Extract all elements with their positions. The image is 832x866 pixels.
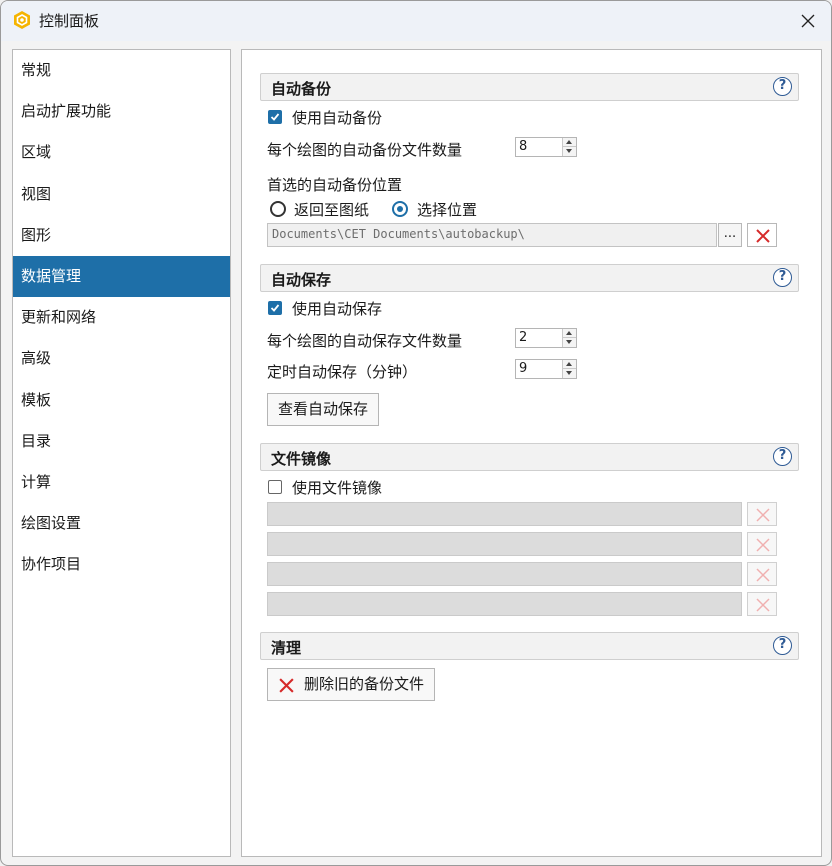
file-mirror-label: 使用文件镜像 (292, 479, 383, 497)
radio-choose-label: 选择位置 (417, 201, 478, 219)
backup-path-input[interactable]: Documents\CET Documents\autobackup\ (267, 223, 717, 247)
delete-x-icon (756, 508, 770, 522)
title-bar: 控制面板 (1, 1, 831, 41)
settings-panel: 自动备份 ? 使用自动备份 每个绘图的自动备份文件数量 8 首选的自动备份位置 … (241, 49, 822, 857)
radio-return-to-drawing[interactable] (270, 201, 286, 217)
spinner-value: 9 (519, 361, 528, 376)
delete-old-backups-button[interactable]: 删除旧的备份文件 (267, 668, 436, 701)
section-title: 文件镜像 (271, 450, 332, 468)
spin-down-arrow[interactable] (563, 338, 576, 347)
cleanup-header: 清理 ? (260, 632, 799, 660)
clear-mirror-button-2[interactable] (747, 532, 777, 556)
auto-save-header: 自动保存 ? (260, 264, 799, 292)
view-autosave-button[interactable]: 查看自动保存 (267, 393, 380, 426)
sidebar-item-startup-extensions[interactable]: 启动扩展功能 (13, 91, 230, 132)
delete-x-icon (756, 598, 770, 612)
spin-down-arrow[interactable] (563, 147, 576, 156)
close-button[interactable] (785, 1, 831, 41)
section-title: 自动保存 (271, 271, 332, 289)
clear-path-button[interactable] (747, 223, 777, 247)
close-icon (801, 14, 815, 28)
mirror-path-input-4[interactable] (267, 592, 742, 616)
file-mirror-checkbox[interactable] (268, 480, 282, 494)
auto-backup-checkbox[interactable] (268, 110, 282, 124)
sidebar-item-graphics[interactable]: 图形 (13, 215, 230, 256)
delete-x-icon (756, 229, 770, 243)
save-interval-label: 定时自动保存（分钟） (267, 363, 418, 381)
backup-count-label: 每个绘图的自动备份文件数量 (267, 141, 463, 159)
help-icon[interactable]: ? (773, 447, 792, 466)
save-interval-spinner[interactable]: 9 (515, 359, 577, 379)
spinner-value: 8 (519, 139, 528, 154)
browse-button[interactable]: ... (718, 223, 742, 247)
backup-location-label: 首选的自动备份位置 (267, 176, 403, 194)
category-sidebar: 常规 启动扩展功能 区域 视图 图形 数据管理 更新和网络 高级 模板 目录 计… (12, 49, 231, 857)
app-logo-icon (14, 11, 30, 29)
backup-count-spinner[interactable]: 8 (515, 137, 577, 157)
sidebar-item-data-management[interactable]: 数据管理 (13, 255, 230, 298)
sidebar-item-view[interactable]: 视图 (13, 174, 230, 215)
spin-down-arrow[interactable] (563, 369, 576, 378)
spin-up-arrow[interactable] (563, 360, 576, 369)
sidebar-item-collaboration[interactable]: 协作项目 (13, 544, 230, 585)
radio-choose-location[interactable] (392, 201, 408, 217)
window-title: 控制面板 (39, 12, 100, 30)
spin-up-arrow[interactable] (563, 329, 576, 338)
radio-return-label: 返回至图纸 (294, 201, 370, 219)
sidebar-item-update-network[interactable]: 更新和网络 (13, 297, 230, 338)
help-icon[interactable]: ? (773, 77, 792, 96)
spinner-value: 2 (519, 330, 528, 345)
mirror-path-input-1[interactable] (267, 502, 742, 526)
auto-backup-header: 自动备份 ? (260, 73, 799, 101)
file-mirror-header: 文件镜像 ? (260, 443, 799, 471)
delete-x-icon (756, 538, 770, 552)
section-title: 自动备份 (271, 80, 332, 98)
sidebar-item-calculation[interactable]: 计算 (13, 462, 230, 503)
auto-save-checkbox[interactable] (268, 301, 282, 315)
sidebar-item-templates[interactable]: 模板 (13, 380, 230, 421)
clear-mirror-button-1[interactable] (747, 502, 777, 526)
clear-mirror-button-3[interactable] (747, 562, 777, 586)
auto-save-label: 使用自动保存 (292, 300, 383, 318)
clear-mirror-button-4[interactable] (747, 592, 777, 616)
mirror-path-input-3[interactable] (267, 562, 742, 586)
delete-old-backups-label: 删除旧的备份文件 (304, 675, 425, 693)
delete-x-icon (279, 678, 294, 693)
control-panel-window: 控制面板 常规 启动扩展功能 区域 视图 图形 数据管理 更新和网络 高级 模板… (0, 0, 832, 866)
spin-up-arrow[interactable] (563, 138, 576, 147)
sidebar-item-general[interactable]: 常规 (13, 50, 230, 91)
auto-backup-label: 使用自动备份 (292, 109, 383, 127)
sidebar-item-drawing-settings[interactable]: 绘图设置 (13, 503, 230, 544)
section-title: 清理 (271, 639, 302, 657)
sidebar-item-region[interactable]: 区域 (13, 132, 230, 173)
checkmark-icon (270, 304, 280, 312)
help-icon[interactable]: ? (773, 268, 792, 287)
checkmark-icon (270, 113, 280, 121)
save-count-spinner[interactable]: 2 (515, 328, 577, 348)
sidebar-item-catalog[interactable]: 目录 (13, 421, 230, 462)
mirror-path-input-2[interactable] (267, 532, 742, 556)
sidebar-item-advanced[interactable]: 高级 (13, 338, 230, 379)
delete-x-icon (756, 568, 770, 582)
save-count-label: 每个绘图的自动保存文件数量 (267, 332, 463, 350)
help-icon[interactable]: ? (773, 636, 792, 655)
